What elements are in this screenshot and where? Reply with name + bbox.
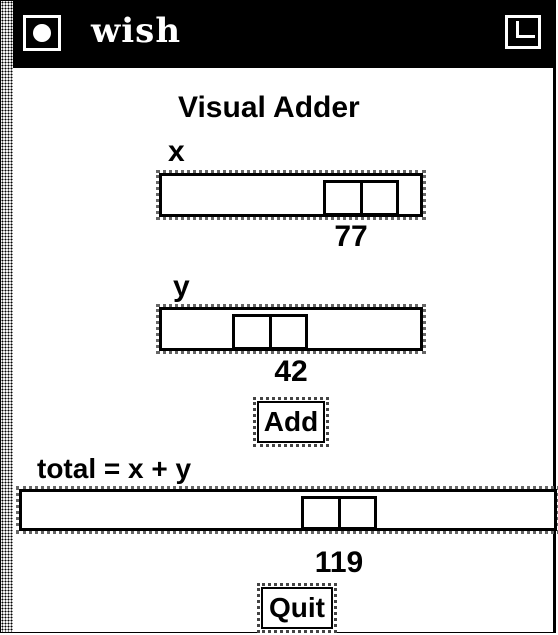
app-window: wish Visual Adder x 77 y 42 Add total = … — [0, 0, 558, 633]
y-label: y — [173, 270, 190, 303]
total-scale[interactable] — [16, 486, 558, 534]
total-value: 119 — [314, 546, 364, 579]
total-label: total = x + y — [37, 453, 192, 484]
window-menu-icon[interactable] — [23, 15, 61, 51]
app-heading: Visual Adder — [178, 91, 360, 124]
maximize-icon[interactable] — [505, 15, 541, 49]
y-scale-slider[interactable] — [232, 314, 309, 350]
total-scale-slider[interactable] — [300, 496, 377, 530]
x-scale[interactable] — [156, 170, 426, 220]
quit-button[interactable]: Quit — [257, 583, 337, 633]
x-value: 77 — [334, 220, 368, 253]
x-label: x — [168, 135, 185, 168]
y-value: 42 — [274, 355, 308, 388]
y-scale[interactable] — [156, 304, 426, 354]
title-bar[interactable]: wish — [13, 1, 553, 68]
window-title: wish — [91, 11, 182, 51]
add-button[interactable]: Add — [253, 397, 329, 447]
x-scale-slider[interactable] — [322, 180, 399, 216]
window-frame-left — [1, 1, 13, 632]
app-content: Visual Adder x 77 y 42 Add total = x + y… — [13, 65, 558, 633]
